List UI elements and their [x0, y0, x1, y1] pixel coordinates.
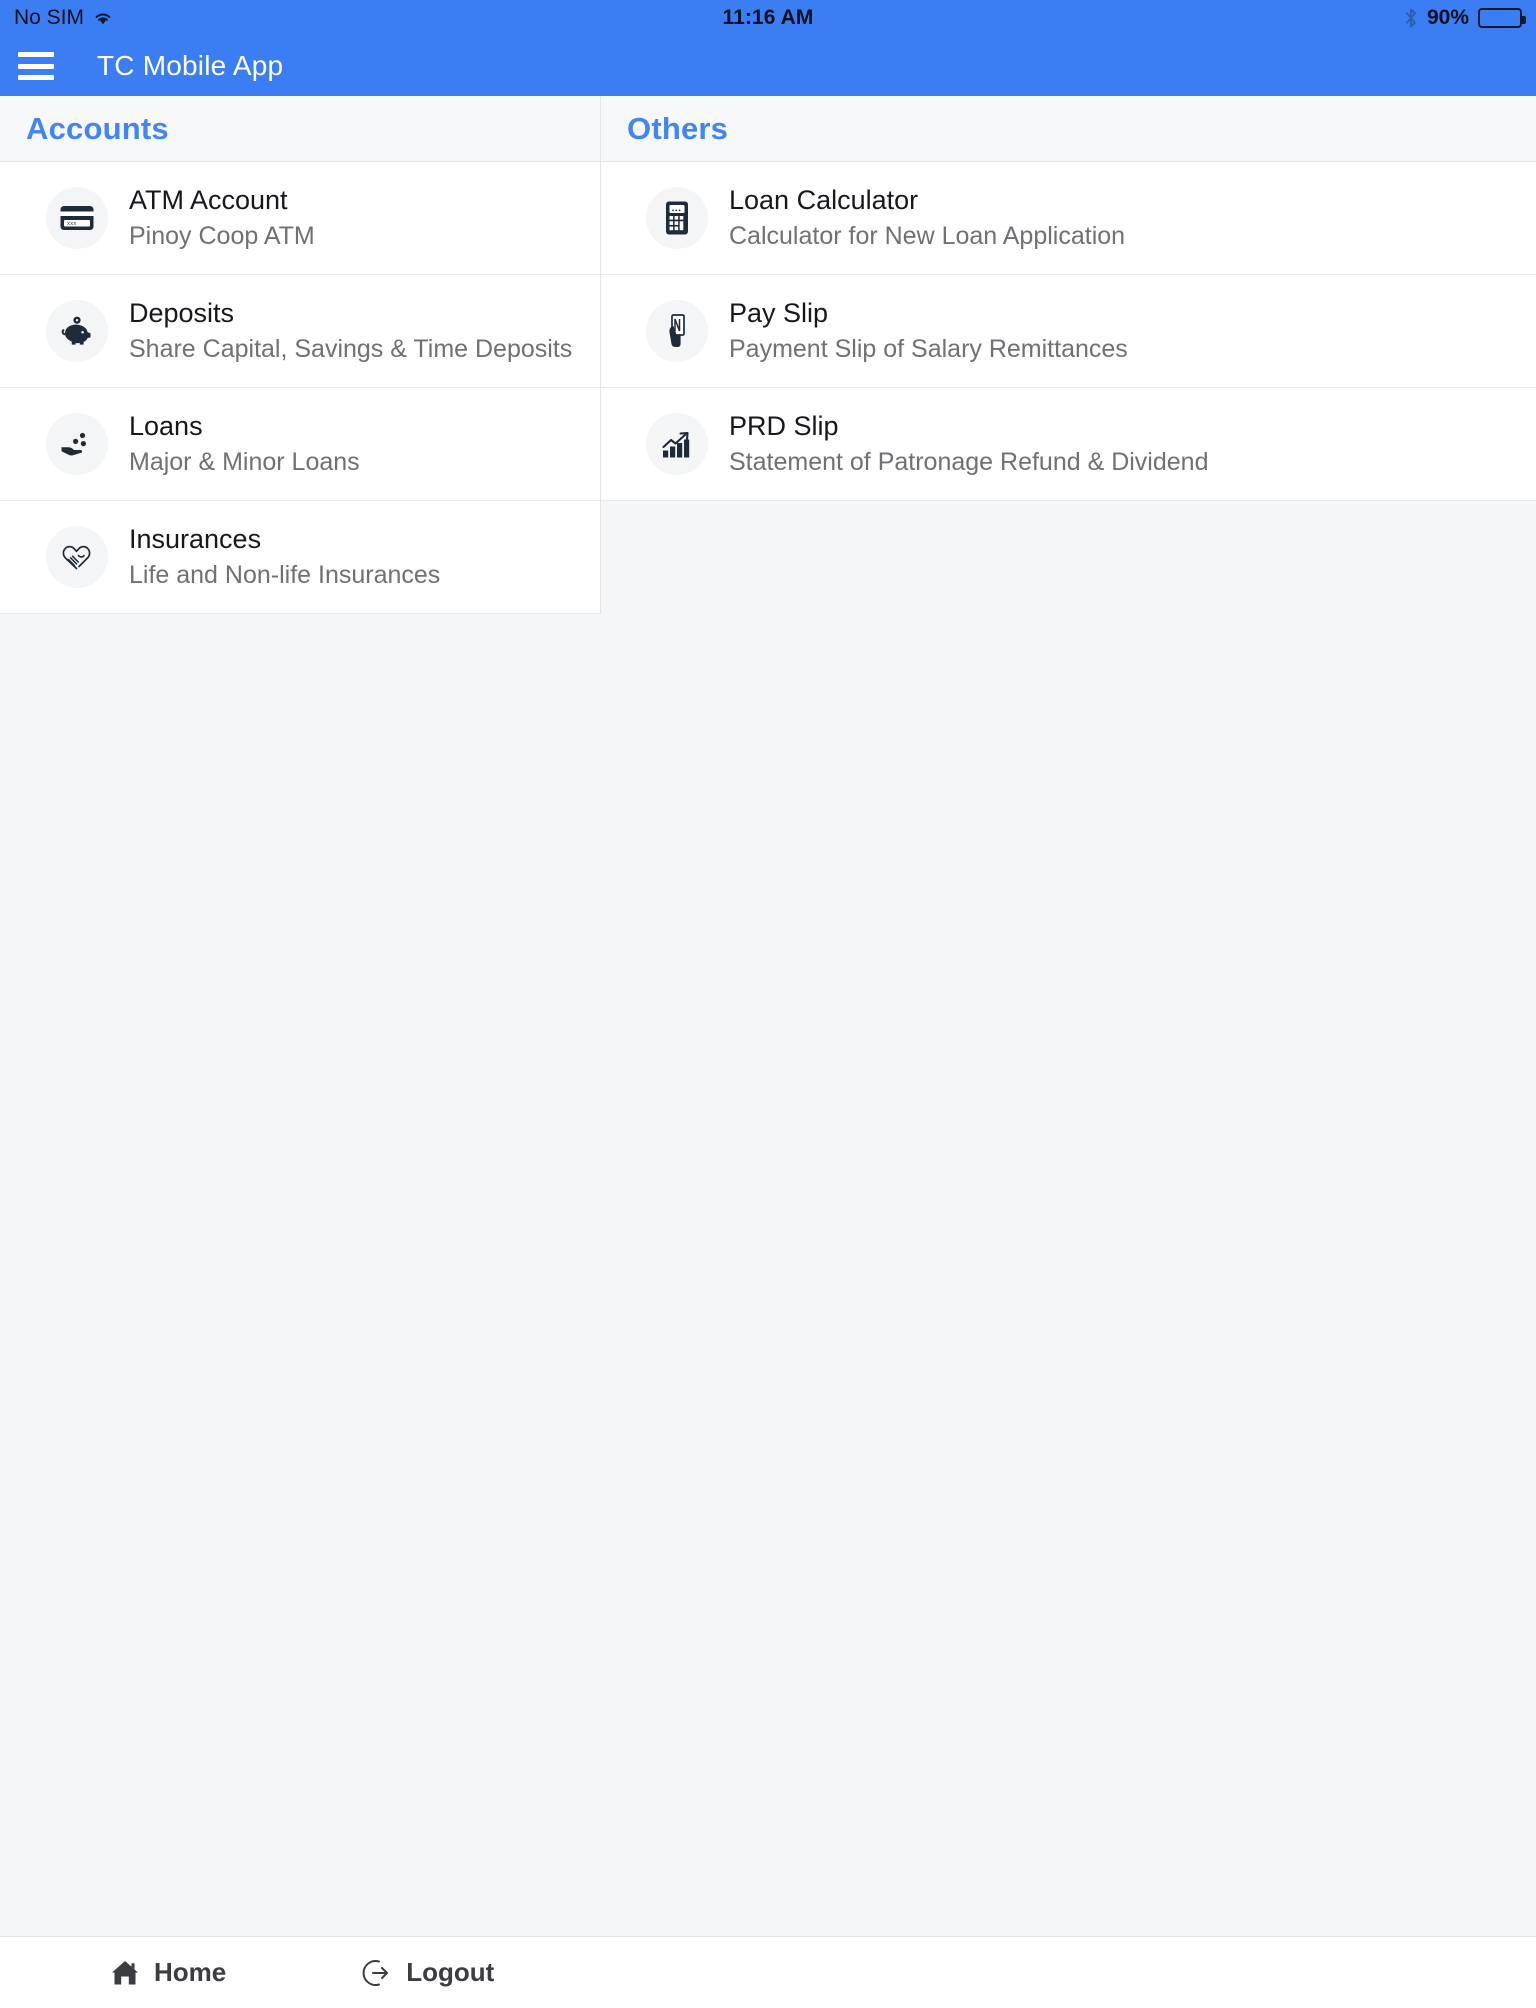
- battery-percent-label: 90%: [1426, 6, 1469, 29]
- list-item-title: Loans: [129, 410, 203, 441]
- piggy-bank-icon: [46, 300, 108, 362]
- list-item-text: Loan Calculator Calculator for New Loan …: [729, 184, 1125, 252]
- logout-icon: [362, 1959, 389, 1986]
- status-bar: No SIM 11:16 AM 90%: [0, 0, 1536, 36]
- list-item-subtitle: Statement of Patronage Refund & Dividend: [729, 447, 1209, 476]
- app-screen: No SIM 11:16 AM 90% TC Mobile App Accoun…: [0, 0, 1536, 2008]
- list-item-title: PRD Slip: [729, 410, 839, 441]
- bottom-nav-logout-label: Logout: [406, 1957, 495, 1987]
- battery-icon: [1478, 8, 1526, 28]
- list-item-deposits[interactable]: Deposits Share Capital, Savings & Time D…: [0, 275, 600, 388]
- others-column: Others Loan Calculator Calculator for Ne…: [600, 96, 1536, 614]
- section-title: Accounts: [26, 110, 169, 146]
- status-bar-time: 11:16 AM: [722, 6, 814, 29]
- list-item-text: ATM Account Pinoy Coop ATM: [129, 184, 315, 252]
- list-item-subtitle: Major & Minor Loans: [129, 447, 360, 476]
- section-header-others: Others: [601, 96, 1536, 162]
- list-item-subtitle: Life and Non-life Insurances: [129, 560, 441, 589]
- bottom-nav-home[interactable]: Home: [110, 1957, 226, 1988]
- carrier-label: No SIM: [14, 6, 85, 29]
- list-item-text: Insurances Life and Non-life Insurances: [129, 523, 440, 591]
- home-icon: [112, 1960, 138, 1984]
- list-item-atm-account[interactable]: xxx ATM Account Pinoy Coop ATM: [0, 162, 600, 275]
- list-item-title: Loan Calculator: [729, 184, 919, 215]
- section-header-accounts: Accounts: [0, 96, 600, 162]
- list-item-insurances[interactable]: Insurances Life and Non-life Insurances: [0, 501, 600, 614]
- accounts-column: Accounts xxx ATM Account Pinoy Coop ATM: [0, 96, 600, 614]
- list-item-title: ATM Account: [129, 184, 288, 215]
- bluetooth-icon: [1406, 8, 1416, 28]
- list-item-text: Deposits Share Capital, Savings & Time D…: [129, 297, 572, 365]
- list-item-title: Insurances: [129, 523, 262, 554]
- empty-grid-cell: [601, 501, 1536, 614]
- hand-heart-icon: [46, 526, 108, 588]
- list-item-prd-slip[interactable]: PRD Slip Statement of Patronage Refund &…: [601, 388, 1536, 501]
- status-bar-left: No SIM: [14, 6, 113, 30]
- list-item-title: Pay Slip: [729, 297, 829, 328]
- hamburger-menu-icon[interactable]: [18, 52, 54, 80]
- bar-chart-growth-icon: [646, 413, 708, 475]
- status-bar-right: 90%: [1404, 6, 1526, 30]
- bottom-nav-home-label: Home: [154, 1957, 227, 1987]
- list-item-text: PRD Slip Statement of Patronage Refund &…: [729, 410, 1208, 478]
- calculator-icon: [646, 187, 708, 249]
- svg-text:xxx: xxx: [67, 221, 76, 227]
- list-item-subtitle: Pinoy Coop ATM: [129, 221, 315, 250]
- wifi-icon: [95, 13, 111, 25]
- hand-coins-icon: [46, 413, 108, 475]
- list-item-subtitle: Share Capital, Savings & Time Deposits: [129, 334, 573, 363]
- credit-card-icon: xxx: [46, 187, 108, 249]
- list-item-subtitle: Payment Slip of Salary Remittances: [729, 334, 1128, 363]
- list-item-text: Pay Slip Payment Slip of Salary Remittan…: [729, 297, 1128, 365]
- bottom-navigation-bar: Home Logout: [0, 1936, 1536, 2008]
- bottom-nav-logout[interactable]: Logout: [360, 1957, 494, 1989]
- list-item-loans[interactable]: Loans Major & Minor Loans: [0, 388, 600, 501]
- list-item-text: Loans Major & Minor Loans: [129, 410, 360, 478]
- list-item-loan-calculator[interactable]: Loan Calculator Calculator for New Loan …: [601, 162, 1536, 275]
- page-title: TC Mobile App: [97, 50, 284, 81]
- section-title: Others: [627, 110, 729, 146]
- content-columns: Accounts xxx ATM Account Pinoy Coop ATM: [0, 96, 1536, 614]
- list-item-subtitle: Calculator for New Loan Application: [729, 221, 1126, 250]
- list-item-title: Deposits: [129, 297, 235, 328]
- hand-document-icon: [646, 300, 708, 362]
- app-bar: TC Mobile App: [0, 36, 1536, 96]
- list-item-pay-slip[interactable]: Pay Slip Payment Slip of Salary Remittan…: [601, 275, 1536, 388]
